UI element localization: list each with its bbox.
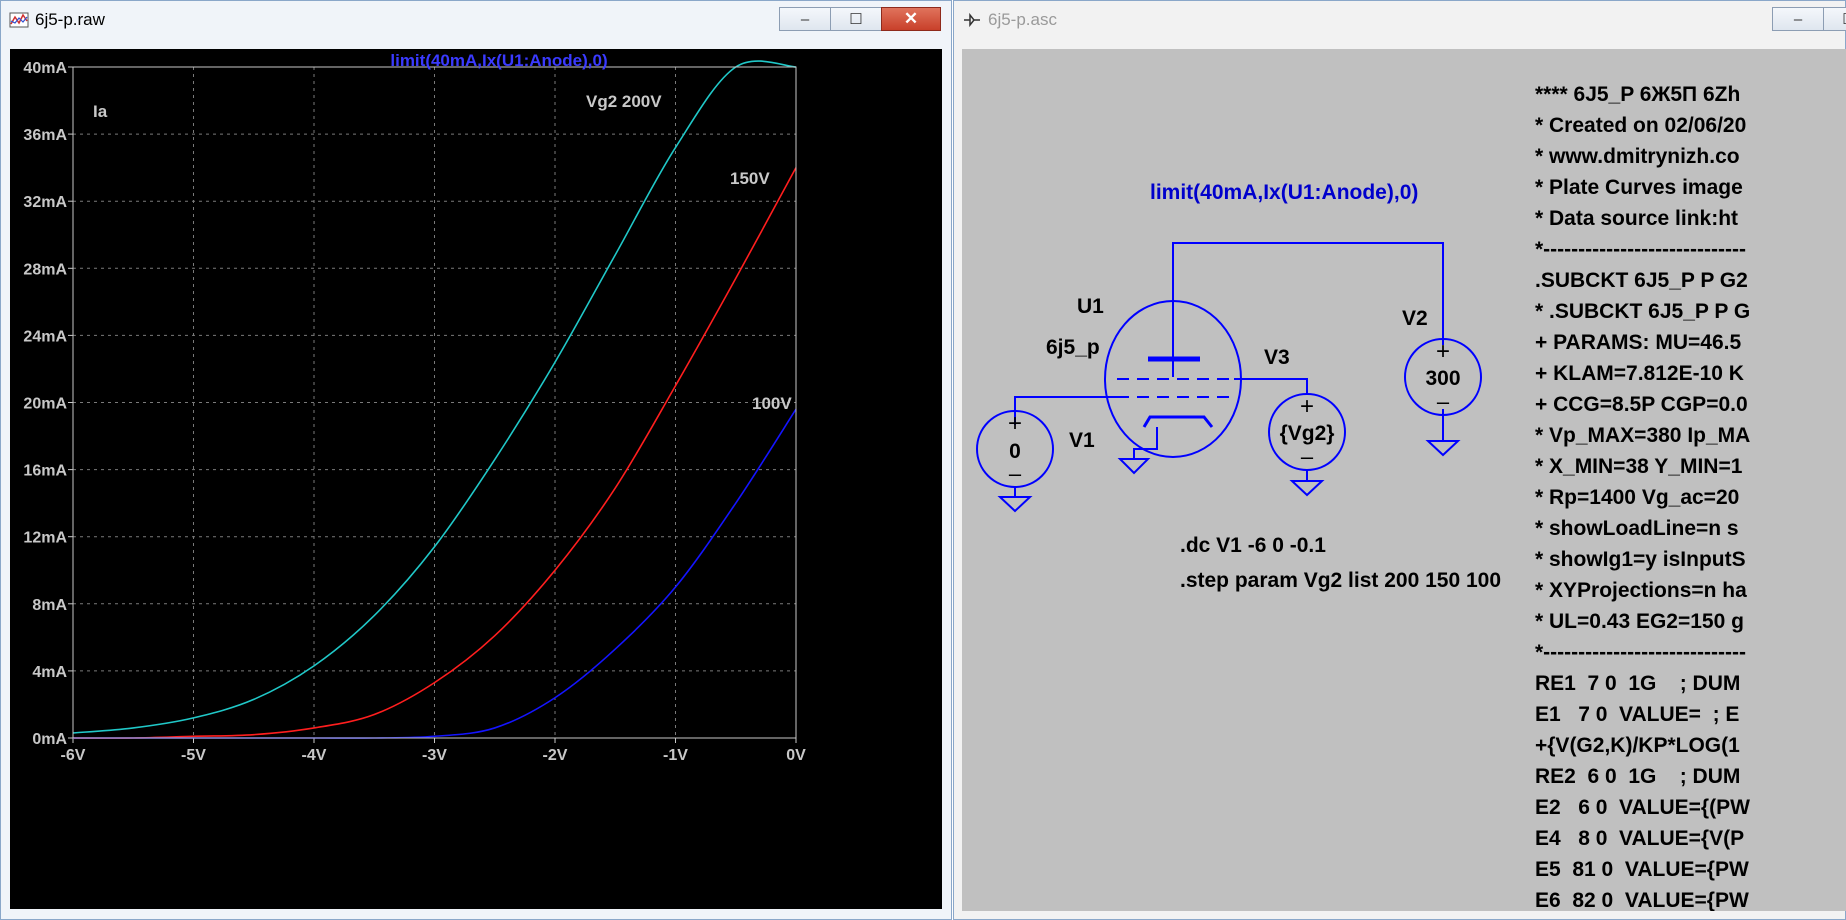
y-tick-label: 16mA [23, 463, 67, 480]
tube-cathode [1142, 415, 1214, 428]
netlist-line: * Created on 02/06/20 [1535, 114, 1747, 137]
maximize-button[interactable]: ☐ [830, 7, 882, 31]
netlist-line: * Vp_MAX=380 Ip_MA [1535, 424, 1751, 447]
netlist-line: *----------------------------- [1535, 641, 1746, 664]
plus-icon: + [1436, 338, 1450, 365]
y-tick-label: 12mA [23, 530, 67, 547]
waveform-icon [9, 12, 29, 28]
y-tick-label: 28mA [23, 261, 67, 278]
v2-ground-icon [1425, 440, 1461, 457]
plot-window: 6j5-p.raw – ☐ ✕ -6V -5V -4V -3V -2V -1V 0V 0mA 4… [0, 0, 952, 920]
netlist-line: * .SUBCKT 6J5_P P G [1535, 300, 1751, 323]
schematic-icon [964, 12, 980, 28]
netlist-line: * www.dmitrynizh.co [1535, 145, 1740, 168]
tube-model-label[interactable]: 6j5_p [1046, 336, 1100, 359]
dc-directive[interactable]: .dc V1 -6 0 -0.1 [1180, 534, 1326, 557]
series-label-1: 150V [730, 169, 770, 188]
plus-icon: + [1008, 410, 1022, 437]
source-v1[interactable]: + 0 – [976, 410, 1054, 513]
x-tick-label: -2V [543, 747, 568, 764]
v2-value: 300 [1425, 367, 1460, 390]
y-tick-label: 32mA [23, 194, 67, 211]
schematic-window-titlebar[interactable]: 6j5-p.asc [954, 1, 1845, 39]
v1-name-label[interactable]: V1 [1069, 429, 1095, 452]
netlist-line: **** 6J5_P 6Ж5П 6Zh [1535, 83, 1741, 106]
minus-icon: – [1437, 389, 1450, 414]
x-tick-label: -6V [61, 747, 86, 764]
spice-netlist-text[interactable]: **** 6J5_P 6Ж5П 6Zh * Created on 02/06/20… [1535, 79, 1750, 911]
axis-ticks: -6V -5V -4V -3V -2V -1V 0V 0mA 4mA 8mA 12mA 16mA 20m… [23, 60, 806, 764]
netlist-line: *----------------------------- [1535, 238, 1746, 261]
schematic-minimize-button[interactable]: – [1772, 7, 1824, 31]
y-tick-label: 0mA [32, 731, 67, 748]
probe-label[interactable]: limit(40mA,Ix(U1:Anode),0) [1150, 181, 1418, 204]
schematic-window: 6j5-p.asc – ☐ limit(40mA,Ix(U1:Anode),0) [953, 0, 1846, 920]
y-tick-label: 24mA [23, 328, 67, 345]
schematic-window-controls: – ☐ [1772, 7, 1846, 31]
series-label-0: Vg2 200V [586, 92, 662, 111]
netlist-line: E6 82 0 VALUE={PW [1535, 889, 1749, 911]
schematic-window-title: 6j5-p.asc [988, 10, 1057, 29]
x-tick-label: -1V [663, 747, 688, 764]
netlist-line: .SUBCKT 6J5_P P G2 [1535, 269, 1748, 292]
netlist-line: * UL=0.43 EG2=150 g [1535, 610, 1744, 633]
v2-name-label[interactable]: V2 [1402, 307, 1428, 330]
v3-name-label[interactable]: V3 [1264, 346, 1290, 369]
y-axis-label: Ia [93, 102, 108, 121]
waveform-plot[interactable]: -6V -5V -4V -3V -2V -1V 0V 0mA 4mA 8mA 12mA 16mA 20m… [10, 49, 942, 909]
minimize-button[interactable]: – [779, 7, 831, 31]
minus-icon: – [1009, 461, 1022, 486]
step-directive[interactable]: .step param Vg2 list 200 150 100 [1180, 569, 1501, 592]
v3-ground-icon [1289, 480, 1325, 497]
trace-label[interactable]: limit(40mA,Ix(U1:Anode),0) [390, 51, 607, 70]
y-tick-label: 8mA [32, 597, 67, 614]
plot-window-controls: – ☐ ✕ [779, 7, 941, 31]
v1-value: 0 [1009, 440, 1021, 463]
netlist-line: * XYProjections=n ha [1535, 579, 1747, 602]
netlist-line: * Plate Curves image [1535, 176, 1743, 199]
plot-window-title: 6j5-p.raw [35, 10, 105, 29]
x-tick-label: -3V [422, 747, 447, 764]
y-tick-label: 36mA [23, 127, 67, 144]
cathode-ground-icon [1117, 458, 1151, 475]
netlist-line: RE2 6 0 1G ; DUM [1535, 765, 1741, 788]
waveform-chart[interactable]: -6V -5V -4V -3V -2V -1V 0V 0mA 4mA 8mA 12mA 16mA 20m… [10, 49, 942, 909]
netlist-line: E5 81 0 VALUE={PW [1535, 858, 1749, 881]
v1-ground-icon [997, 496, 1033, 513]
grid-wire[interactable] [1014, 396, 1117, 425]
plus-icon: + [1300, 393, 1314, 420]
netlist-line: E1 7 0 VALUE= ; E [1535, 703, 1740, 726]
netlist-line: RE1 7 0 1G ; DUM [1535, 672, 1741, 695]
y-tick-label: 20mA [23, 396, 67, 413]
plot-grid [73, 67, 796, 738]
schematic-maximize-button[interactable]: ☐ [1823, 7, 1846, 31]
netlist-line: + CCG=8.5P CGP=0.0 [1535, 393, 1748, 416]
x-tick-label: 0V [786, 747, 806, 764]
v3-value: {Vg2} [1280, 422, 1335, 445]
screen-grid-wire[interactable] [1234, 378, 1308, 394]
netlist-line: E2 6 0 VALUE={(PW [1535, 796, 1750, 819]
tube-ref-label[interactable]: U1 [1077, 295, 1104, 318]
close-button[interactable]: ✕ [881, 7, 941, 31]
x-tick-label: -4V [302, 747, 327, 764]
y-tick-label: 40mA [23, 60, 67, 77]
netlist-line: * Rp=1400 Vg_ac=20 [1535, 486, 1740, 509]
minus-icon: – [1301, 444, 1314, 469]
netlist-line: + KLAM=7.812E-10 K [1535, 362, 1744, 385]
schematic-canvas[interactable]: limit(40mA,Ix(U1:Anode),0) + 0 – + {Vg2}… [962, 49, 1846, 911]
netlist-line: * showLoadLine=n s [1535, 517, 1739, 540]
y-tick-label: 4mA [32, 664, 67, 681]
series-label-2: 100V [752, 394, 792, 413]
netlist-line: * showIg1=y isInputS [1535, 548, 1746, 571]
netlist-line: + PARAMS: MU=46.5 [1535, 331, 1742, 354]
netlist-line: * Data source link:ht [1535, 207, 1739, 230]
netlist-line: E4 8 0 VALUE={V(P [1535, 827, 1745, 850]
source-v3[interactable]: + {Vg2} – [1268, 393, 1346, 497]
x-tick-label: -5V [181, 747, 206, 764]
netlist-line: +{V(G2,K)/KP*LOG(1 [1535, 734, 1740, 757]
netlist-line: * X_MIN=38 Y_MIN=1 [1535, 455, 1743, 478]
